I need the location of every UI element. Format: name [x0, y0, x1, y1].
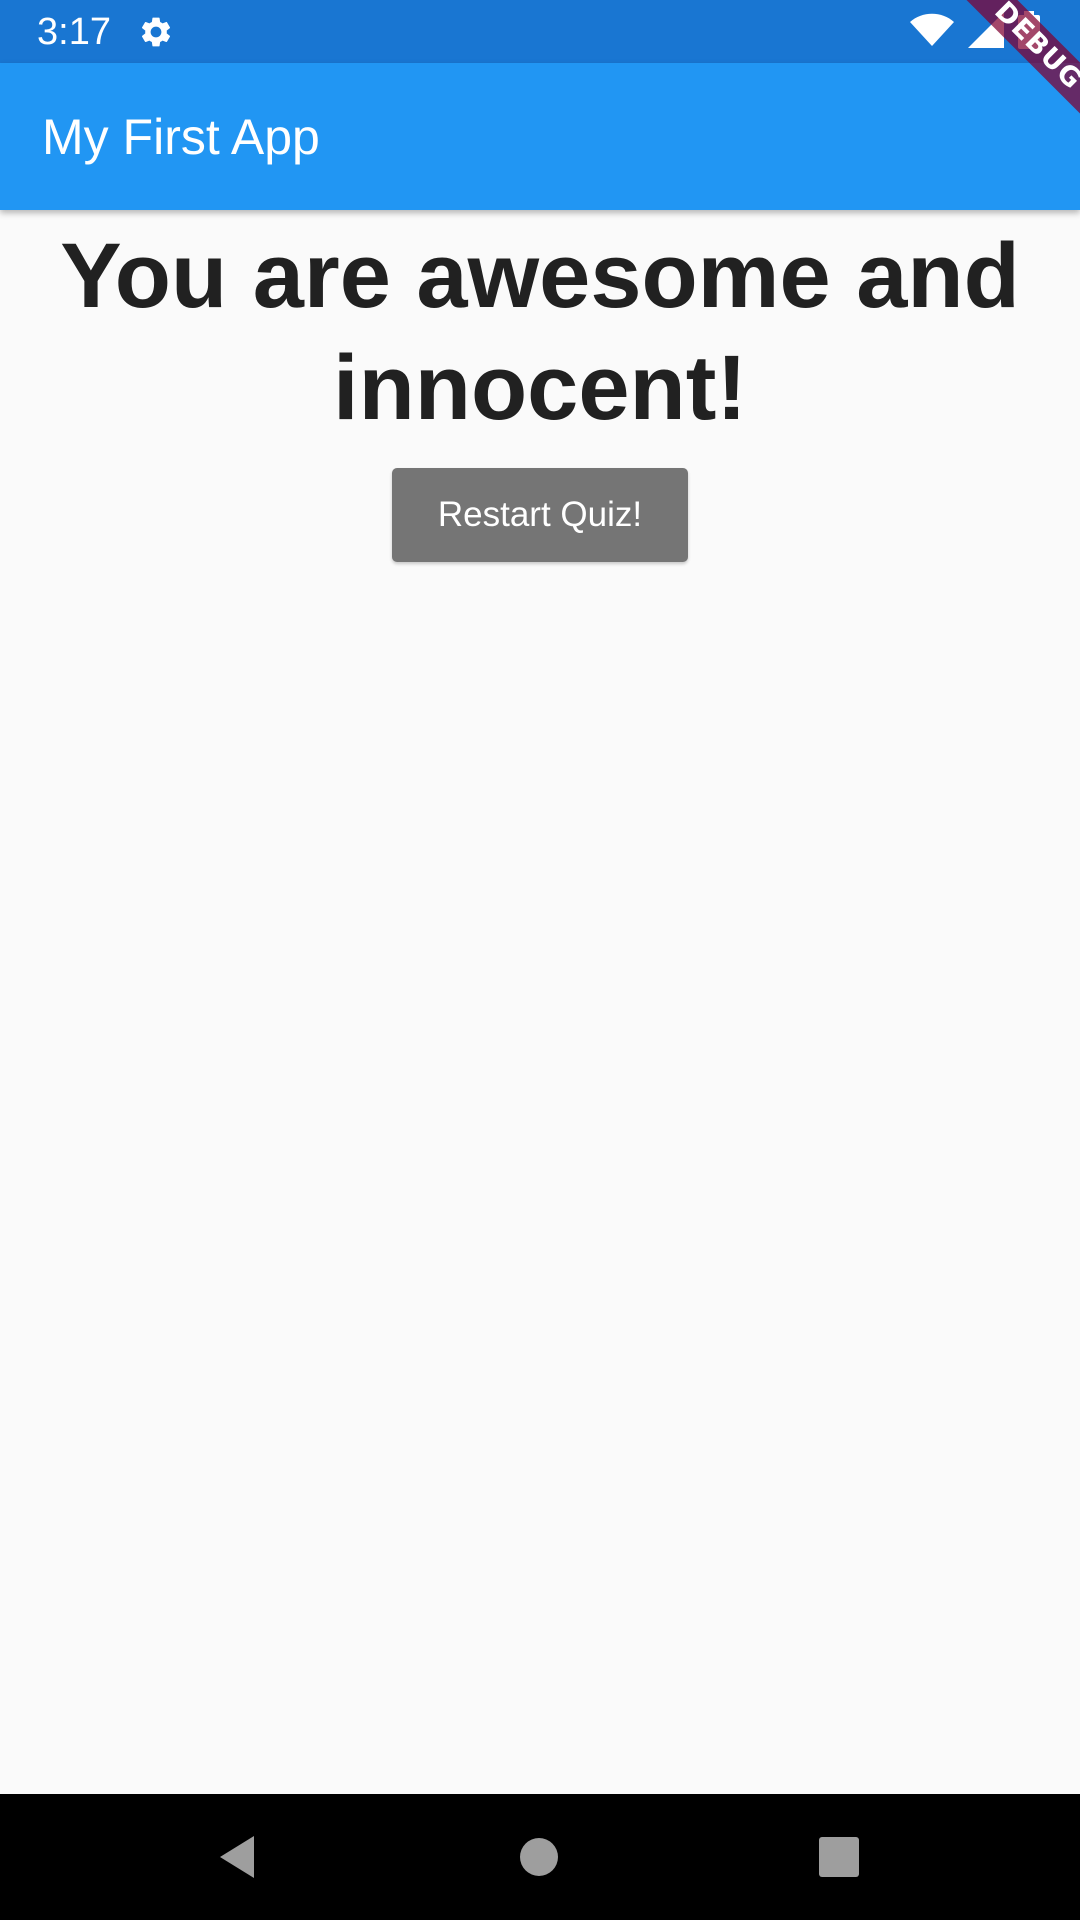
quiz-result: You are awesome and innocent! Restart Qu… [0, 210, 1080, 1794]
restart-quiz-button[interactable]: Restart Quiz! [392, 468, 688, 562]
status-time: 3:17 [37, 11, 111, 53]
gear-icon [138, 14, 174, 50]
recents-icon[interactable] [814, 1832, 864, 1882]
result-text: You are awesome and innocent! [60, 225, 1020, 439]
signal-icon [968, 11, 1004, 53]
home-icon[interactable] [514, 1832, 564, 1882]
navigation-bar [0, 1794, 1080, 1920]
app-title: My First App [42, 109, 320, 165]
app-screen: 3:17 My First App DEBUG You are awesome … [0, 0, 1080, 1920]
status-bar: 3:17 [0, 0, 1080, 63]
battery-icon [1018, 10, 1040, 54]
back-icon[interactable] [214, 1832, 264, 1882]
status-icons [910, 10, 1040, 54]
wifi-icon [910, 13, 954, 52]
app-bar: My First App [0, 63, 1080, 210]
